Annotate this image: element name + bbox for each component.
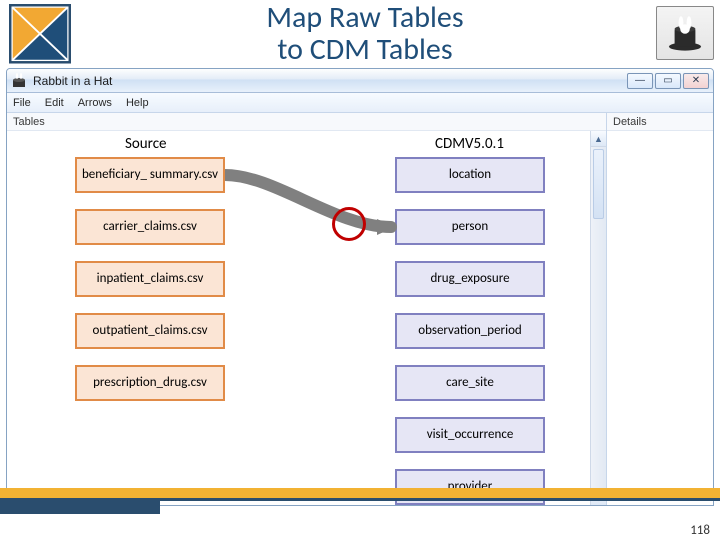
minimize-button[interactable]: — [627, 73, 653, 89]
menu-edit[interactable]: Edit [45, 97, 64, 109]
rabbit-hat-logo [656, 6, 714, 60]
menubar: File Edit Arrows Help [7, 93, 713, 113]
slide-title: Map Raw Tables to CDM Tables [74, 2, 656, 65]
target-table-box[interactable]: person [395, 209, 545, 245]
menu-arrows[interactable]: Arrows [78, 97, 112, 109]
app-icon [11, 73, 27, 89]
mapping-arrow[interactable] [225, 161, 397, 241]
app-window: Rabbit in a Hat — ▭ ✕ File Edit Arrows H… [6, 68, 714, 506]
menu-file[interactable]: File [13, 97, 31, 109]
menu-help[interactable]: Help [126, 97, 149, 109]
scroll-thumb[interactable] [593, 149, 604, 219]
tables-panel-label: Tables [7, 113, 606, 131]
title-line-1: Map Raw Tables [74, 2, 656, 34]
target-table-box[interactable]: drug_exposure [395, 261, 545, 297]
source-table-box[interactable]: inpatient_claims.csv [75, 261, 225, 297]
source-column-header: Source [125, 135, 167, 153]
slide-footer-band [0, 488, 720, 522]
details-panel-label: Details [607, 113, 713, 131]
brand-logo-left [6, 4, 74, 66]
close-button[interactable]: ✕ [683, 73, 709, 89]
vertical-scrollbar[interactable]: ▲ ▼ [590, 131, 606, 505]
details-panel: Details [607, 113, 713, 505]
target-table-box[interactable]: visit_occurrence [395, 417, 545, 453]
page-number: 118 [690, 523, 710, 538]
target-table-box[interactable]: care_site [395, 365, 545, 401]
maximize-button[interactable]: ▭ [655, 73, 681, 89]
source-table-box[interactable]: prescription_drug.csv [75, 365, 225, 401]
tables-panel: Tables Source CDMV5.0.1 beneficiary_ sum… [7, 113, 607, 505]
target-table-box[interactable]: observation_period [395, 313, 545, 349]
mapping-canvas[interactable]: Source CDMV5.0.1 beneficiary_ summary.cs… [7, 131, 606, 505]
window-title: Rabbit in a Hat [33, 74, 112, 88]
title-line-2: to CDM Tables [74, 34, 656, 66]
window-titlebar[interactable]: Rabbit in a Hat — ▭ ✕ [7, 69, 713, 93]
target-column-header: CDMV5.0.1 [435, 135, 504, 153]
scroll-up-button[interactable]: ▲ [591, 131, 606, 147]
source-table-box[interactable]: carrier_claims.csv [75, 209, 225, 245]
highlight-circle-icon [332, 207, 366, 241]
target-table-box[interactable]: location [395, 157, 545, 193]
source-table-box[interactable]: beneficiary_ summary.csv [75, 157, 225, 193]
source-table-box[interactable]: outpatient_claims.csv [75, 313, 225, 349]
